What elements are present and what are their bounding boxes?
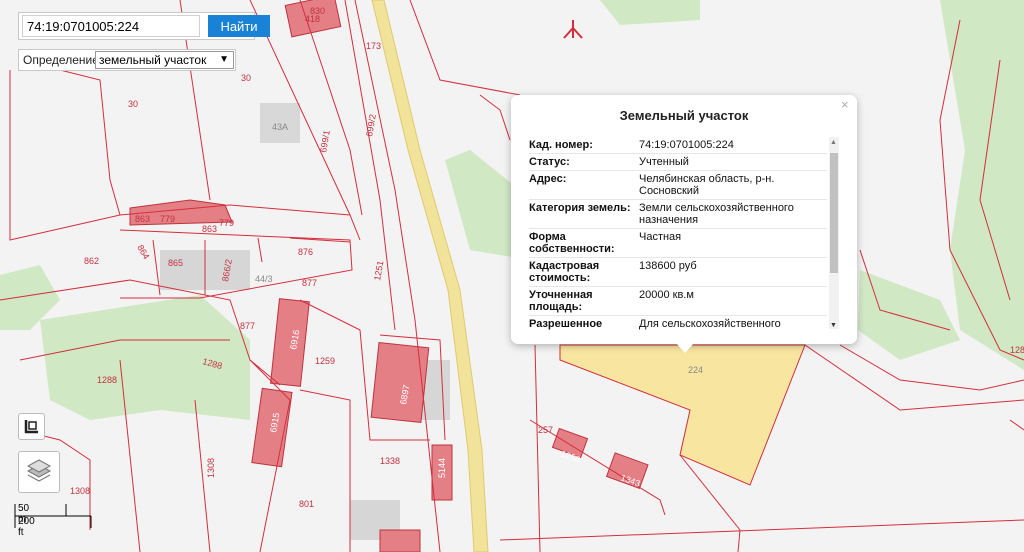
- map-label: 128: [1010, 345, 1024, 355]
- row-key: Адрес:: [529, 173, 567, 185]
- map-label: 876: [298, 247, 313, 257]
- definition-dropdown[interactable]: земельный участок ▼: [95, 51, 234, 69]
- map-label: 5144: [437, 458, 447, 478]
- map-label: 863: [202, 224, 217, 234]
- map-label: 44/3: [255, 274, 273, 284]
- table-row: Уточненная площадь: 20000 кв.м: [529, 287, 827, 316]
- map-label: 877: [240, 321, 255, 331]
- map-label: 877: [302, 278, 317, 288]
- map-label: 257: [538, 425, 553, 435]
- popup-table: Кад. номер: 74:19:0701005:224 Статус: Учте…: [529, 137, 827, 333]
- fullscreen-icon: [24, 420, 38, 434]
- row-key: Уточненная площадь:: [529, 289, 593, 313]
- popup-title: Земельный участок: [619, 108, 749, 123]
- row-value: 20000 кв.м: [639, 289, 694, 301]
- map-label: 865: [168, 258, 183, 268]
- map-label: 30: [128, 99, 138, 109]
- map-label: 801: [299, 499, 314, 509]
- map-label: 779: [160, 214, 175, 224]
- row-key: Категория земель:: [529, 202, 631, 214]
- table-row: Форма собственности: Частная: [529, 229, 827, 258]
- search-input[interactable]: [22, 15, 200, 37]
- row-key: Форма собственности:: [529, 231, 615, 255]
- scrollbar-thumb[interactable]: [830, 153, 838, 273]
- row-value: Земли сельскохозяйственного назначения: [639, 202, 794, 226]
- map-label: 224: [688, 365, 703, 375]
- row-key: Кад. номер:: [529, 139, 593, 151]
- building: [379, 529, 421, 552]
- table-row: Кад. номер: 74:19:0701005:224: [529, 137, 827, 154]
- table-row: Разрешенное использование: Для сельскохоз…: [529, 316, 827, 333]
- search-button[interactable]: Найти: [208, 15, 270, 37]
- row-key: Разрешенное использование:: [529, 318, 617, 333]
- layers-icon: [26, 459, 52, 482]
- map-label: 1259: [315, 356, 335, 366]
- table-row: Кадастровая стоимость: 138600 руб: [529, 258, 827, 287]
- map-label: 43А: [272, 122, 288, 132]
- row-value: 74:19:0701005:224: [639, 139, 734, 151]
- popup-scrollbar[interactable]: ▲ ▼: [829, 137, 839, 329]
- table-row: Категория земель: Земли сельскохозяйствен…: [529, 200, 827, 229]
- map-label: 1308: [70, 486, 90, 496]
- definition-label: Определение:: [23, 53, 103, 67]
- table-row: Адрес: Челябинская область, р-н. Сосновск…: [529, 171, 827, 200]
- map-label: 863: [135, 214, 150, 224]
- definition-selector: Определение: земельный участок ▼: [18, 49, 236, 71]
- scroll-up-icon[interactable]: ▲: [830, 139, 837, 146]
- map-label: 30: [241, 73, 251, 83]
- layers-button[interactable]: [18, 451, 60, 493]
- row-key: Статус:: [529, 156, 570, 168]
- map-label: 1288: [97, 375, 117, 385]
- map-label: 779: [219, 218, 234, 228]
- row-value: Челябинская область, р-н. Сосновский: [639, 173, 775, 197]
- map-label: 1338: [380, 456, 400, 466]
- scroll-down-icon[interactable]: ▼: [830, 322, 837, 329]
- building: [370, 342, 430, 423]
- fullscreen-button[interactable]: [18, 413, 45, 440]
- row-value: Учтенный: [639, 156, 689, 168]
- map-label: 830: [310, 6, 325, 16]
- row-value: 138600 руб: [639, 260, 697, 272]
- close-icon[interactable]: ×: [841, 97, 849, 112]
- map-label: 173: [366, 41, 381, 51]
- scale-imperial: 200 ft: [18, 516, 35, 538]
- map-label: 862: [84, 256, 99, 266]
- row-key: Кадастровая стоимость:: [529, 260, 600, 284]
- definition-selected: земельный участок: [99, 53, 207, 67]
- row-value: Частная: [639, 231, 682, 243]
- table-row: Статус: Учтенный: [529, 154, 827, 171]
- map-label: 1308: [206, 458, 216, 478]
- row-value: Для сельскохозяйственного производства: [639, 318, 781, 333]
- search-bar: Найти: [18, 12, 270, 40]
- popup-pointer: [676, 343, 694, 353]
- chevron-down-icon: ▼: [219, 54, 229, 65]
- parcel-info-popup: Земельный участок × Кад. номер: 74:19:070…: [511, 95, 857, 353]
